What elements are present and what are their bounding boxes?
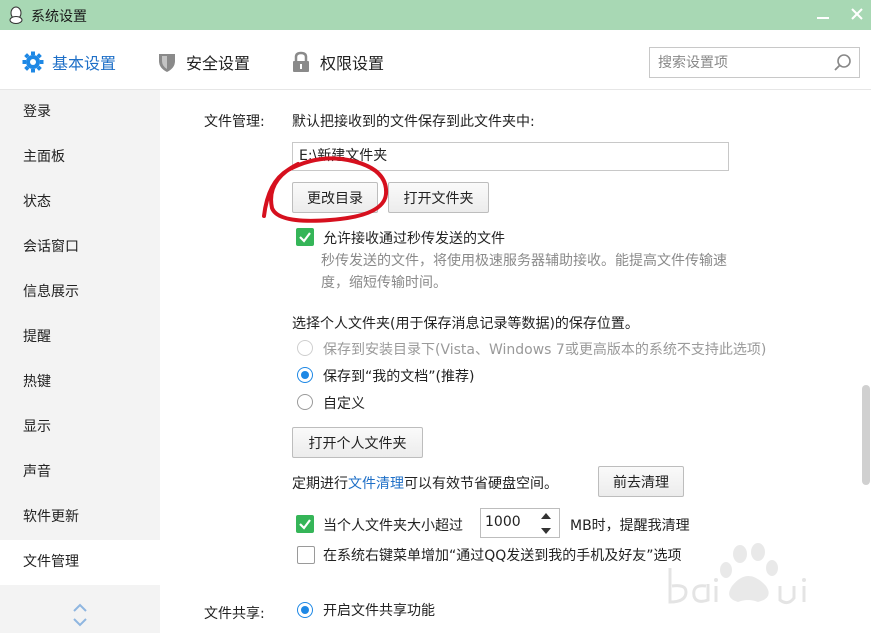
sidebar-item-file-management[interactable]: 文件管理 (0, 540, 160, 585)
size-limit-value[interactable]: 1000 (485, 514, 521, 530)
open-personal-folder-button[interactable]: 打开个人文件夹 (292, 427, 423, 458)
lock-icon (293, 51, 309, 72)
allow-instant-transfer-checkbox[interactable] (296, 228, 314, 246)
checkmark-icon (299, 232, 311, 243)
minimize-icon[interactable] (814, 6, 832, 24)
gear-icon (22, 51, 44, 73)
radio-enable-file-sharing[interactable] (297, 602, 313, 618)
cleanup-prefix: 定期进行 (292, 476, 348, 492)
size-warning-checkbox[interactable] (296, 515, 314, 533)
size-limit-stepper[interactable]: 1000 (480, 508, 560, 538)
radio-custom[interactable] (297, 394, 313, 410)
tab-label: 权限设置 (320, 54, 385, 73)
context-menu-checkbox[interactable] (297, 546, 315, 564)
radio-install-dir-label: 保存到安装目录下(Vista、Windows 7或更高版本的系统不支持此选项) (323, 342, 767, 358)
title-bar: 系统设置 (0, 0, 871, 30)
tab-permission-settings[interactable]: 权限设置 (290, 48, 384, 76)
default-save-description: 默认把接收到的文件保存到此文件夹中: (292, 114, 535, 130)
checkmark-icon (299, 519, 311, 530)
main-scrollbar[interactable] (858, 90, 871, 633)
size-warning-suffix: MB时，提醒我清理 (570, 518, 690, 534)
sidebar-item-software-update[interactable]: 软件更新 (0, 495, 160, 540)
section-label-file-management: 文件管理: (204, 114, 265, 130)
sidebar-item-hotkeys[interactable]: 热键 (0, 360, 160, 405)
sidebar-item-main-panel[interactable]: 主面板 (0, 135, 160, 180)
stepper-down-icon[interactable] (541, 528, 551, 534)
search-icon[interactable] (833, 53, 853, 73)
change-directory-button[interactable]: 更改目录 (292, 182, 378, 213)
radio-custom-label: 自定义 (323, 396, 365, 412)
instant-transfer-hint-line1: 秒传发送的文件，将使用极速服务器辅助接收。能提高文件传输速 (321, 253, 727, 269)
sidebar-item-display[interactable]: 显示 (0, 405, 160, 450)
sidebar-item-login[interactable]: 登录 (0, 90, 160, 135)
tab-label: 安全设置 (186, 54, 251, 73)
shield-icon (159, 54, 175, 72)
go-cleanup-button[interactable]: 前去清理 (598, 466, 684, 497)
close-icon[interactable] (848, 5, 866, 23)
sidebar-item-reminder[interactable]: 提醒 (0, 315, 160, 360)
size-warning-prefix: 当个人文件夹大小超过 (323, 518, 463, 534)
section-label-file-sharing: 文件共享: (204, 606, 265, 622)
tab-label: 基本设置 (52, 54, 117, 73)
radio-my-documents-label: 保存到“我的文档”(推荐) (323, 369, 475, 385)
sidebar-item-info-display[interactable]: 信息展示 (0, 270, 160, 315)
window-title: 系统设置 (31, 9, 87, 25)
cleanup-suffix: 可以有效节省硬盘空间。 (404, 476, 558, 492)
sidebar-item-status[interactable]: 状态 (0, 180, 160, 225)
enable-file-sharing-label: 开启文件共享功能 (323, 603, 435, 619)
radio-install-dir (297, 340, 313, 356)
sidebar: 登录 主面板 状态 会话窗口 信息展示 提醒 热键 显示 声音 软件更新 文件管… (0, 90, 160, 633)
tab-basic-settings[interactable]: 基本设置 (22, 48, 116, 76)
sidebar-scroll-arrows-icon[interactable] (70, 600, 90, 630)
search-input[interactable] (650, 48, 830, 77)
open-folder-button[interactable]: 打开文件夹 (388, 182, 489, 213)
save-path-field[interactable]: E:\新建文件夹 (292, 142, 729, 171)
radio-my-documents[interactable] (297, 367, 313, 383)
allow-instant-transfer-label: 允许接收通过秒传发送的文件 (323, 231, 505, 247)
context-menu-label: 在系统右键菜单增加“通过QQ发送到我的手机及好友”选项 (323, 548, 682, 564)
personal-folder-prompt: 选择个人文件夹(用于保存消息记录等数据)的保存位置。 (292, 316, 639, 332)
tab-security-settings[interactable]: 安全设置 (156, 48, 250, 76)
search-box (649, 47, 860, 78)
sidebar-item-chat-window[interactable]: 会话窗口 (0, 225, 160, 270)
stepper-up-icon[interactable] (541, 513, 551, 519)
file-cleanup-link[interactable]: 文件清理 (348, 476, 404, 492)
sidebar-item-sound[interactable]: 声音 (0, 450, 160, 495)
qq-penguin-icon (9, 6, 23, 24)
scrollbar-thumb[interactable] (862, 385, 870, 485)
instant-transfer-hint-line2: 度，缩短传输时间。 (321, 275, 447, 291)
baidu-watermark-logo (668, 543, 806, 605)
cleanup-text: 定期进行文件清理可以有效节省硬盘空间。 (292, 473, 558, 493)
